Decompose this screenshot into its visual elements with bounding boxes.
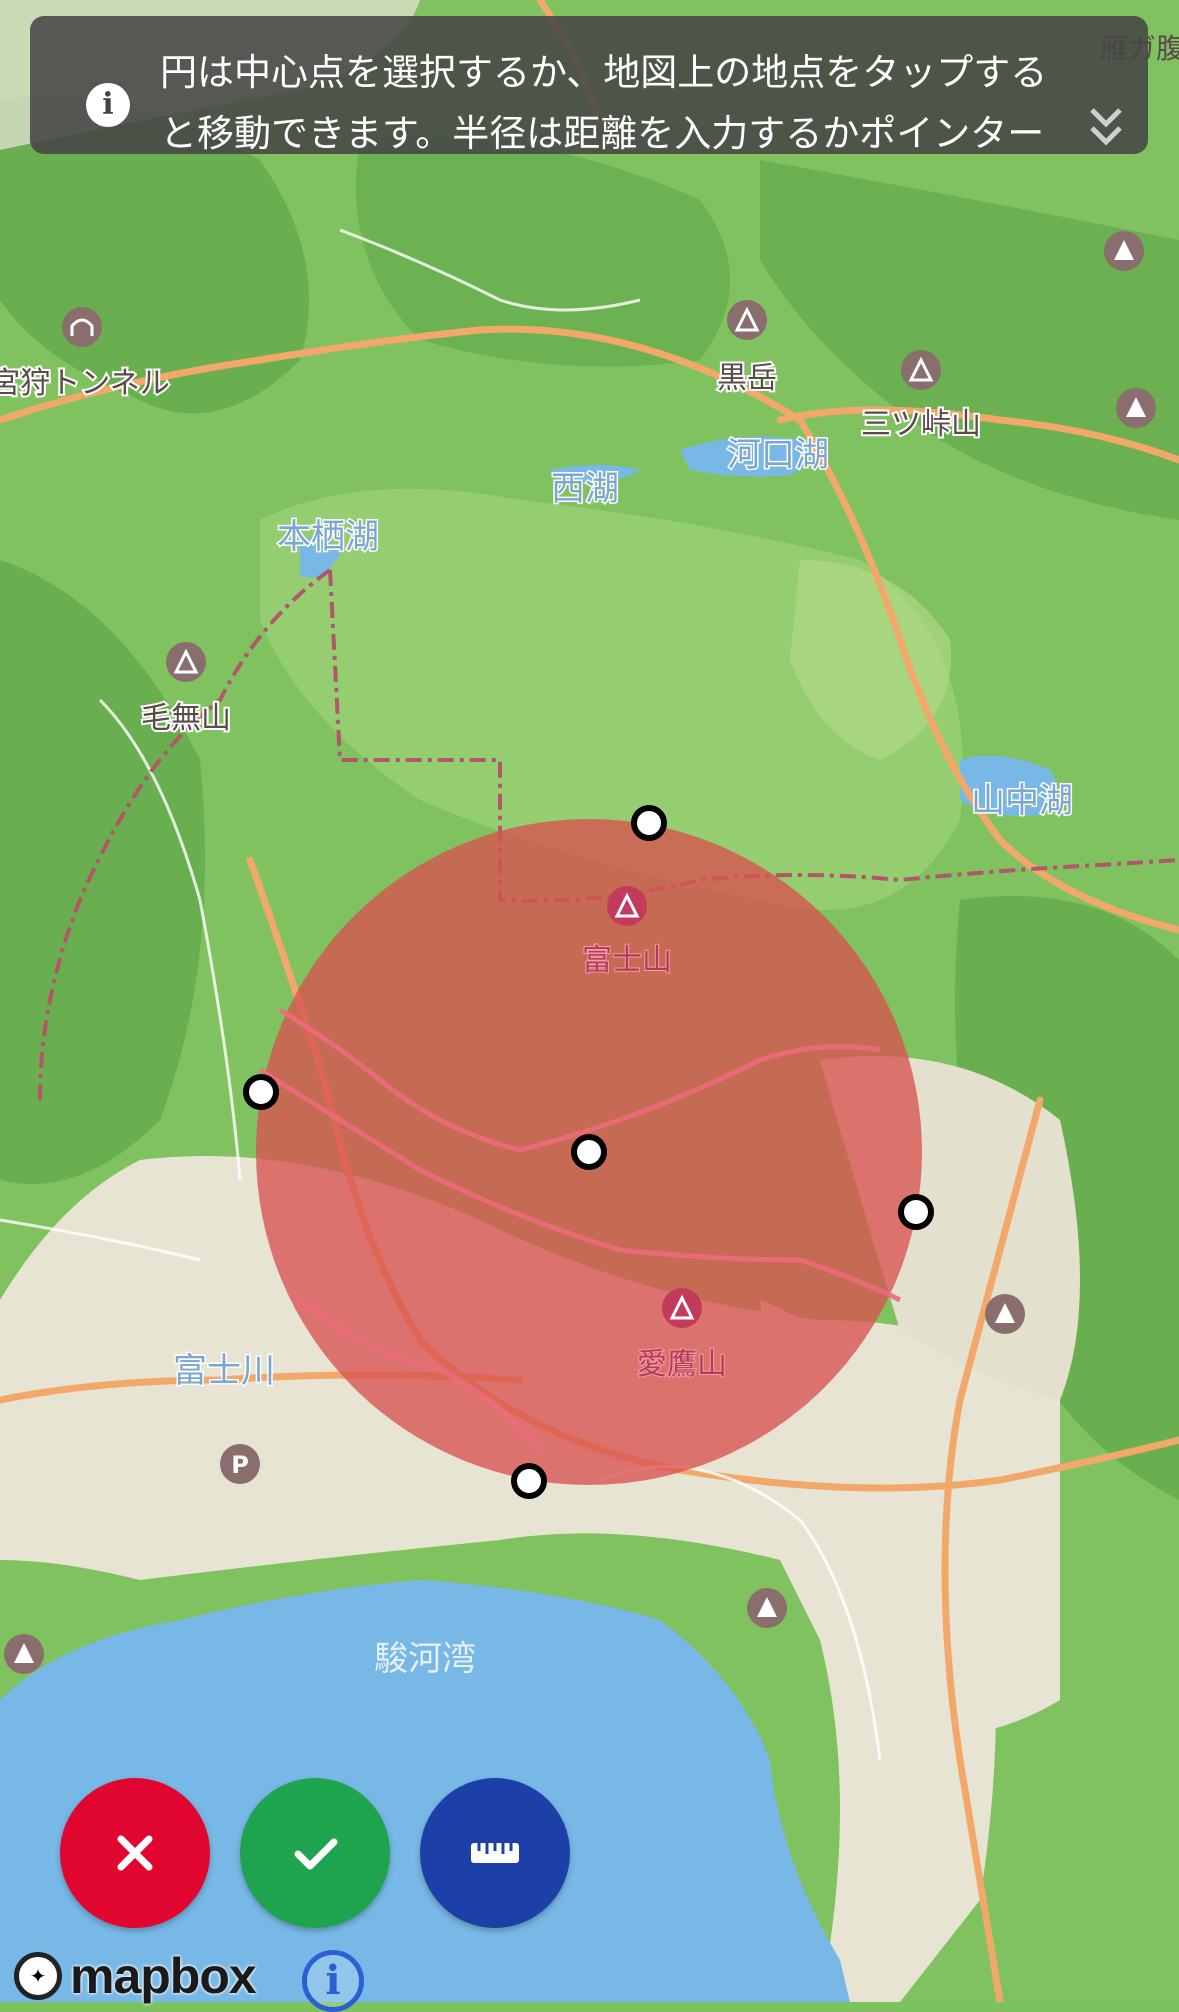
- park-icon: [985, 1294, 1025, 1334]
- check-icon: [294, 1838, 338, 1870]
- parking-icon: P: [220, 1444, 260, 1484]
- instruction-text: 円は中心点を選択するか、地図上の地点をタップする と移動できます。半径は距離を入…: [160, 42, 1120, 164]
- svg-text:P: P: [231, 1451, 249, 1479]
- label-tunnel: 宮狩トンネル: [0, 366, 170, 401]
- label-fujikawa: 富士川: [173, 1351, 275, 1391]
- radius-handle-bottom[interactable]: [511, 1463, 547, 1499]
- ruler-icon: [471, 1843, 519, 1863]
- radius-handle-left[interactable]: [243, 1074, 279, 1110]
- label-kurodake: 黒岳: [717, 361, 777, 396]
- instruction-banner[interactable]: i 円は中心点を選択するか、地図上の地点をタップする と移動できます。半径は距離…: [30, 16, 1148, 155]
- label-motosuko: 本栖湖: [277, 517, 379, 557]
- park-icon: [1104, 231, 1144, 271]
- cancel-button[interactable]: [60, 1778, 210, 1928]
- label-mitsutoge: 三ツ峠山: [861, 407, 981, 442]
- label-ashitakayama: 愛鷹山: [637, 1347, 727, 1382]
- chevron-down-icon[interactable]: [1086, 102, 1126, 152]
- tunnel-icon: [62, 307, 102, 347]
- info-icon: i: [86, 83, 130, 127]
- mapbox-wordmark: mapbox: [70, 1948, 257, 2004]
- mountain-icon: [901, 350, 941, 390]
- label-fujisan: 富士山: [582, 943, 672, 978]
- label-kenashiyama: 毛無山: [141, 701, 231, 736]
- mapbox-logo: ✦ mapbox: [14, 1948, 257, 2004]
- compass-icon: ✦: [14, 1952, 62, 2000]
- measure-button[interactable]: [420, 1778, 570, 1928]
- label-surugawan: 駿河湾: [374, 1639, 476, 1679]
- park-icon: [4, 1634, 44, 1674]
- park-icon: [1116, 388, 1156, 428]
- instruction-line-2: と移動できます。半径は距離を入力するかポインター: [160, 112, 1045, 155]
- map-canvas[interactable]: P 黒岳 三ツ峠山 毛無山 宮狩トンネル 河口湖 西湖 本栖湖 山中湖 富士川 …: [0, 0, 1179, 2002]
- mountain-icon: [662, 1288, 702, 1328]
- close-icon: [117, 1835, 153, 1871]
- confirm-button[interactable]: [240, 1778, 390, 1928]
- label-saiko: 西湖: [551, 469, 619, 509]
- center-handle[interactable]: [571, 1134, 607, 1170]
- label-kawaguchiko: 河口湖: [727, 435, 829, 475]
- radius-handle-right[interactable]: [898, 1194, 934, 1230]
- mountain-icon: [607, 886, 647, 926]
- label-yamanakako: 山中湖: [971, 781, 1073, 821]
- attribution-button[interactable]: i: [302, 1950, 364, 2012]
- park-icon: [747, 1588, 787, 1628]
- mountain-icon: [727, 300, 767, 340]
- radius-handle-top[interactable]: [631, 805, 667, 841]
- instruction-line-1: 円は中心点を選択するか、地図上の地点をタップする: [160, 51, 1048, 94]
- mountain-icon: [166, 642, 206, 682]
